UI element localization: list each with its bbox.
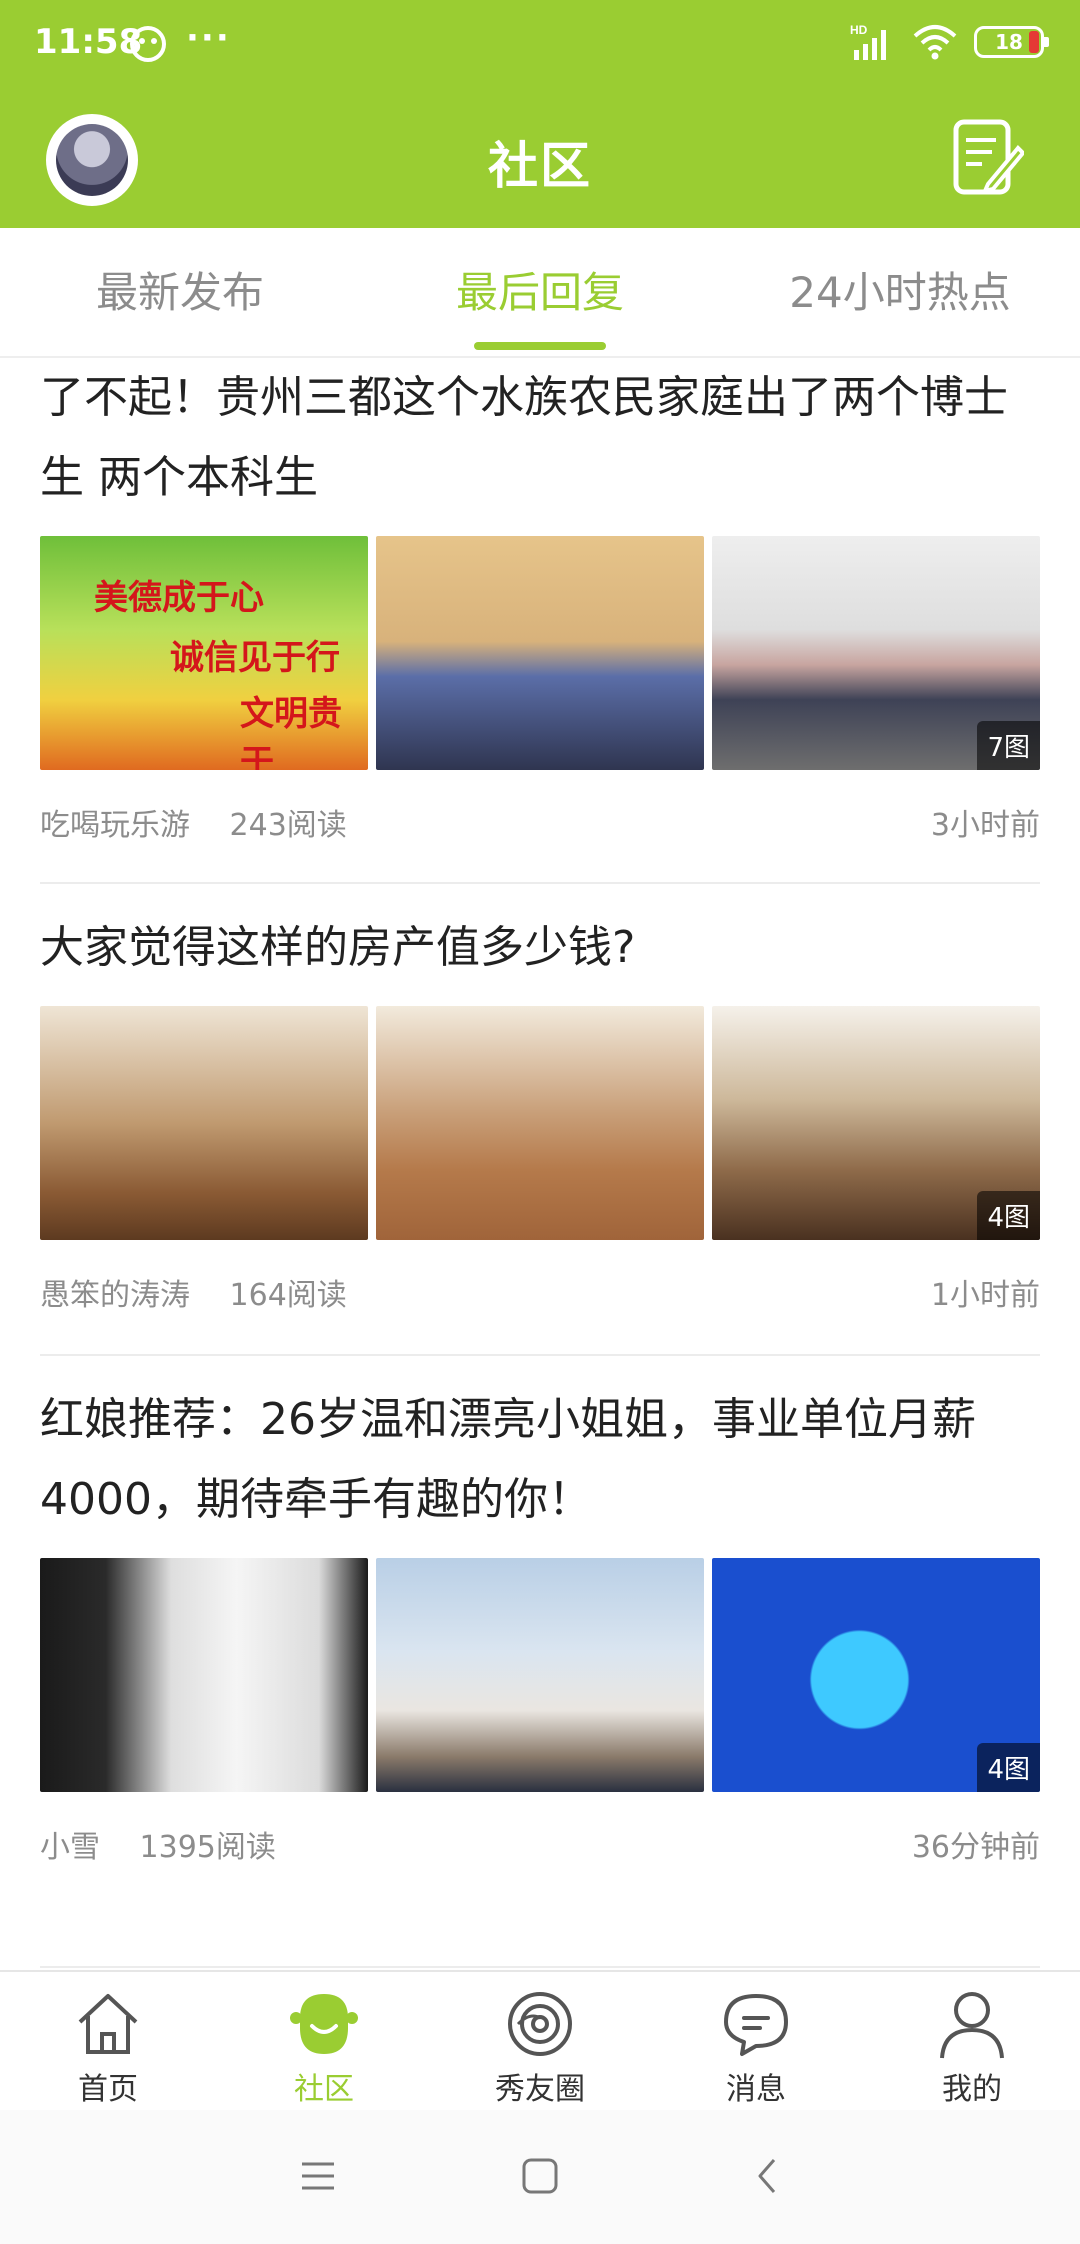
post-image[interactable]: [376, 536, 704, 770]
compose-icon[interactable]: [952, 118, 1024, 198]
post-reads: 243阅读: [229, 808, 347, 843]
post-reads: 164阅读: [229, 1278, 347, 1313]
image-count-badge: 4图: [977, 1743, 1040, 1792]
tab-latest[interactable]: 最新发布: [0, 228, 360, 356]
nav-circle[interactable]: 秀友圈: [432, 1972, 648, 2110]
nav-label: 我的: [942, 2072, 1002, 2107]
image-text: 美德成于心: [94, 578, 264, 618]
post-item[interactable]: 了不起！贵州三都这个水族农民家庭出了两个博士生 两个本科生 美德成于心 诚信见于…: [40, 358, 1040, 884]
status-right-icons: HD 18: [850, 22, 1049, 62]
system-nav-bar: [0, 2110, 1080, 2244]
post-time: 1小时前: [930, 1278, 1040, 1313]
post-title[interactable]: 大家觉得这样的房产值多少钱?: [40, 908, 1040, 988]
bottom-nav: 首页 社区 秀友圈 消息 我的: [0, 1970, 1080, 2110]
signal-icon: HD: [850, 23, 886, 60]
post-images: 4图: [40, 1006, 1040, 1240]
nav-label: 社区: [294, 2072, 354, 2107]
post-images: 美德成于心 诚信见于行 文明贵于 7图: [40, 536, 1040, 770]
status-time: 11:58: [34, 22, 143, 62]
status-bar: 11:58 ··· HD 18: [0, 0, 1080, 92]
battery-level: 18: [995, 30, 1023, 54]
post-image[interactable]: [376, 1558, 704, 1792]
post-author[interactable]: 小雪: [40, 1830, 100, 1865]
post-image[interactable]: 7图: [712, 536, 1040, 770]
nav-community[interactable]: 社区: [216, 1972, 432, 2110]
nav-label: 秀友圈: [495, 2072, 585, 2107]
image-count-badge: 7图: [977, 721, 1040, 770]
nav-messages[interactable]: 消息: [648, 1972, 864, 2110]
post-meta: 吃喝玩乐游 243阅读 3小时前: [40, 800, 1040, 850]
post-reads: 1395阅读: [139, 1830, 276, 1865]
nav-label: 首页: [78, 2072, 138, 2107]
tab-last-reply[interactable]: 最后回复: [360, 228, 720, 356]
post-image[interactable]: [376, 1006, 704, 1240]
post-images: 4图: [40, 1558, 1040, 1792]
post-meta: 小雪 1395阅读 36分钟前: [40, 1822, 1040, 1872]
more-notifications-icon: ···: [186, 18, 231, 58]
post-image[interactable]: 4图: [712, 1558, 1040, 1792]
app-header: 社区: [0, 92, 1080, 228]
community-icon: [290, 1994, 358, 2054]
nav-label: 消息: [726, 2072, 786, 2107]
post-title[interactable]: 了不起！贵州三都这个水族农民家庭出了两个博士生 两个本科生: [40, 358, 1040, 518]
image-count-badge: 4图: [977, 1191, 1040, 1240]
post-title[interactable]: 红娘推荐：26岁温和漂亮小姐姐，事业单位月薪4000，期待牵手有趣的你！: [40, 1380, 1040, 1540]
tab-24h-hot[interactable]: 24小时热点: [720, 228, 1080, 356]
image-text: 诚信见于行: [170, 638, 340, 678]
wifi-icon: [913, 25, 957, 60]
post-image[interactable]: [40, 1558, 368, 1792]
post-author[interactable]: 愚笨的涛涛: [40, 1278, 190, 1313]
menu-icon[interactable]: [296, 2154, 340, 2198]
post-time: 36分钟前: [911, 1830, 1040, 1865]
post-image[interactable]: 美德成于心 诚信见于行 文明贵于: [40, 536, 368, 770]
post-image[interactable]: 4图: [712, 1006, 1040, 1240]
post-author[interactable]: 吃喝玩乐游: [40, 808, 190, 843]
battery-icon: 18: [974, 26, 1049, 58]
post-image[interactable]: [40, 1006, 368, 1240]
home-button-icon[interactable]: [518, 2154, 562, 2198]
nav-home[interactable]: 首页: [0, 1972, 216, 2110]
profile-icon: [940, 1992, 1004, 2059]
post-item[interactable]: 红娘推荐：26岁温和漂亮小姐姐，事业单位月薪4000，期待牵手有趣的你！ 4图 …: [40, 1380, 1040, 1968]
message-icon: [724, 1994, 788, 2056]
post-meta: 愚笨的涛涛 164阅读 1小时前: [40, 1270, 1040, 1320]
feed-tabs: 最新发布 最后回复 24小时热点: [0, 228, 1080, 358]
network-type: HD: [850, 23, 868, 37]
circle-icon: [508, 1992, 572, 2056]
page-title: 社区: [488, 137, 592, 195]
notification-app-icon: [130, 26, 166, 62]
back-icon[interactable]: [746, 2154, 790, 2198]
image-text: 文明贵于: [240, 694, 342, 770]
post-item[interactable]: 大家觉得这样的房产值多少钱? 4图 愚笨的涛涛 164阅读 1小时前: [40, 908, 1040, 1356]
post-time: 3小时前: [930, 808, 1040, 843]
home-icon: [78, 1994, 138, 2054]
nav-profile[interactable]: 我的: [864, 1972, 1080, 2110]
